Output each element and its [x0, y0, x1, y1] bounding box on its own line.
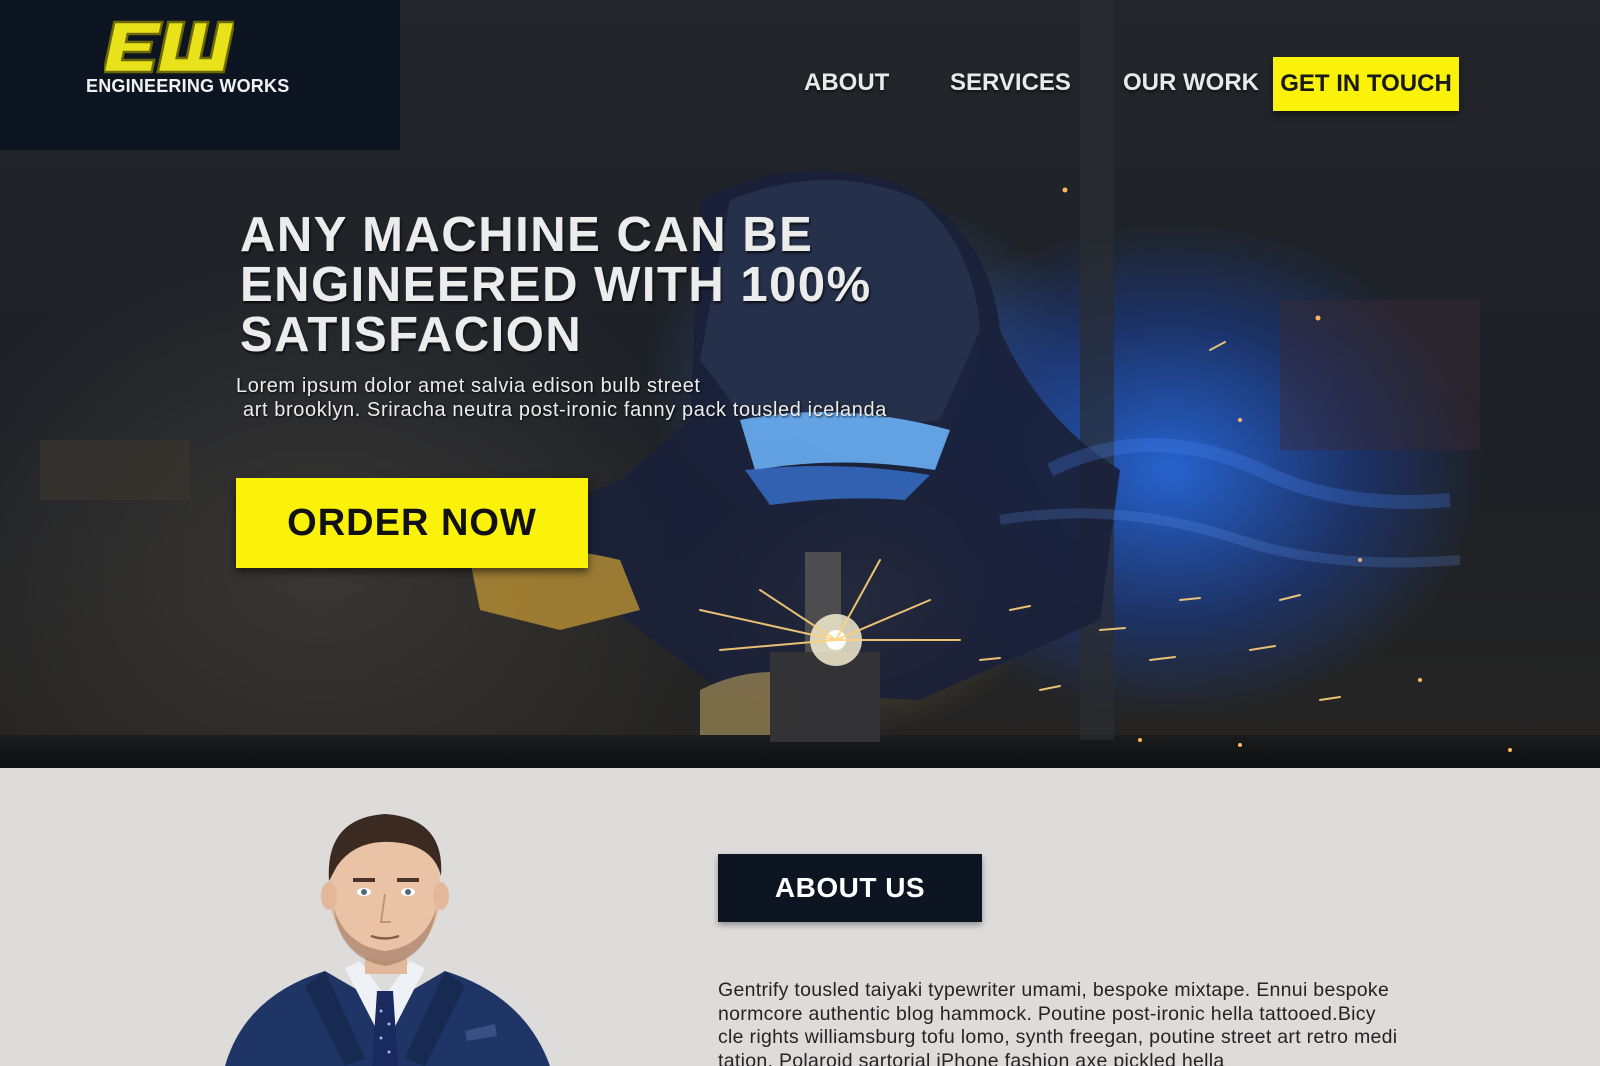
hero-subtext-line: Lorem ipsum dolor amet salvia edison bul… [236, 375, 701, 397]
hero-headline: ANY MACHINE CAN BE ENGINEERED WITH 100% … [240, 210, 1000, 360]
main-nav: ABOUT SERVICES OUR WORK GET IN TOUCH [0, 57, 1600, 113]
about-us-heading: ABOUT US [718, 854, 982, 922]
nav-about[interactable]: ABOUT [804, 69, 889, 97]
nav-our-work[interactable]: OUR WORK [1123, 69, 1259, 97]
hero-headline-line: ENGINEERED WITH 100% [240, 258, 872, 312]
about-paragraph-line: tation. Polaroid sartorial iPhone fashio… [718, 1049, 1225, 1066]
hero-section: ENGINEERING WORKS ABOUT SERVICES OUR WOR… [0, 0, 1600, 768]
hero-subtext-line: art brooklyn. Sriracha neutra post-ironi… [243, 399, 887, 421]
portrait-image [225, 814, 550, 1066]
order-now-button[interactable]: ORDER NOW [236, 478, 588, 568]
about-paragraph-line: cle rights williamsburg tofu lomo, synth… [718, 1026, 1398, 1048]
hero-subtext: Lorem ipsum dolor amet salvia edison bul… [236, 374, 1016, 422]
about-paragraph-line: normcore authentic blog hammock. Poutine… [718, 1002, 1376, 1025]
hero-headline-line: ANY MACHINE CAN BE [240, 208, 814, 262]
about-section: ABOUT US Gentrify tousled taiyaki typewr… [0, 768, 1600, 1066]
hero-headline-line: SATISFACION [240, 308, 583, 362]
nav-services[interactable]: SERVICES [950, 69, 1071, 97]
get-in-touch-button[interactable]: GET IN TOUCH [1273, 57, 1459, 111]
about-paragraph-line: Gentrify tousled taiyaki typewriter umam… [718, 979, 1390, 1001]
about-paragraph: Gentrify tousled taiyaki typewriter umam… [718, 979, 1498, 1066]
